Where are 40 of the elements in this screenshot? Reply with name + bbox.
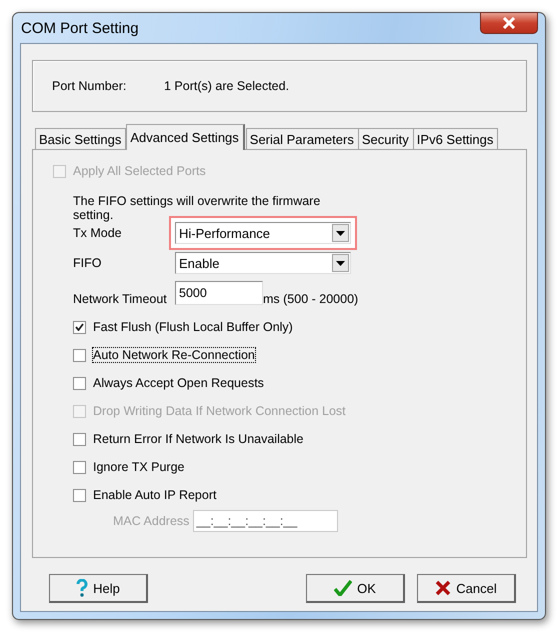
checkbox-label: Enable Auto IP Report: [93, 488, 216, 502]
help-button[interactable]: Help: [49, 574, 148, 603]
checkbox-label: Apply All Selected Ports: [73, 164, 206, 178]
tab[interactable]: Security: [358, 128, 414, 150]
field-label: FIFO: [73, 256, 102, 270]
checkbox-label: Fast Flush (Flush Local Buffer Only): [93, 320, 293, 334]
checkbox-label: Ignore TX Purge: [93, 460, 184, 474]
dropdown[interactable]: Enable: [175, 252, 351, 274]
cancel-button[interactable]: Cancel: [417, 574, 516, 603]
dropdown-arrow-icon: [336, 260, 345, 266]
checkbox-label: Auto Network Re-Connection: [93, 348, 255, 362]
checkbox-label: Drop Writing Data If Network Connection Lost: [93, 404, 346, 418]
checkbox-label: Always Accept Open Requests: [93, 376, 264, 390]
fifo-note: The FIFO settings will overwrite the firmware setting.: [73, 194, 322, 222]
tab[interactable]: Serial Parameters: [246, 128, 359, 150]
checkbox[interactable]: [73, 460, 86, 474]
checkbox[interactable]: [73, 432, 86, 446]
close-button[interactable]: [480, 12, 538, 34]
checkbox-label: Return Error If Network Is Unavailable: [93, 432, 304, 446]
timeout-field[interactable]: 5000: [175, 281, 263, 305]
field-label: Tx Mode: [73, 226, 123, 240]
x-mark-icon: [435, 580, 452, 596]
dropdown-arrow-icon: [336, 230, 345, 236]
port-label: Port Number:: [52, 79, 128, 93]
field-label: MAC Address: [113, 514, 190, 528]
question-mark-icon: [76, 579, 88, 597]
checkmark-icon: [334, 580, 352, 596]
field-label: Network Timeout: [73, 292, 168, 306]
checkbox[interactable]: [73, 376, 86, 390]
range-hint: ms (500 - 20000): [263, 292, 358, 306]
checkbox[interactable]: [73, 488, 86, 502]
tab[interactable]: Basic Settings: [35, 128, 126, 150]
tab[interactable]: IPv6 Settings: [412, 128, 498, 150]
close-icon: [501, 17, 517, 29]
checkbox[interactable]: [73, 348, 86, 362]
ok-button[interactable]: OK: [306, 574, 405, 603]
tab[interactable]: Advanced Settings: [126, 124, 245, 150]
port-value: 1 Port(s) are Selected.: [164, 79, 290, 93]
checkbox[interactable]: [73, 320, 86, 334]
window-title: COM Port Setting: [21, 20, 139, 36]
